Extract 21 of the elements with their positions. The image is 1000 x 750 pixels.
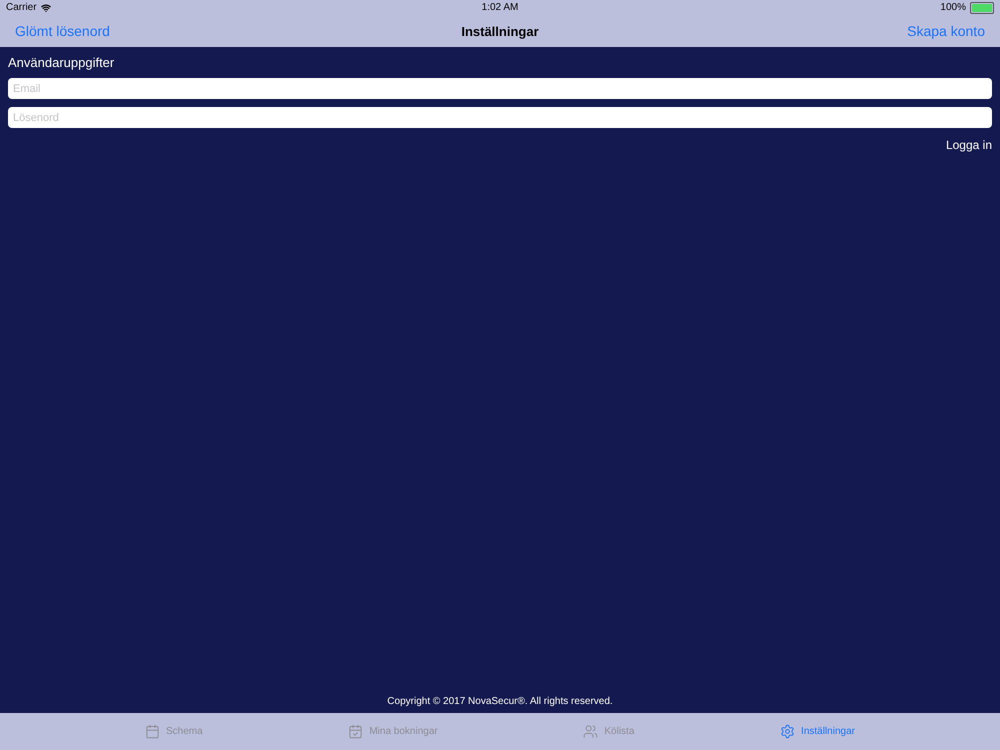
tab[interactable]: Kölista xyxy=(583,724,634,739)
battery-text: 100% xyxy=(940,2,966,13)
calendar-check-icon xyxy=(348,724,364,739)
people-icon xyxy=(583,724,598,739)
tab[interactable]: Inställningar xyxy=(780,724,855,739)
nav-title: Inställningar xyxy=(461,24,539,38)
wifi-icon xyxy=(40,2,51,12)
tab[interactable]: Mina bokningar xyxy=(348,724,438,739)
settings-icon xyxy=(780,724,796,739)
input-field[interactable]: Email xyxy=(8,78,992,99)
time-text: 1:02 AM xyxy=(482,2,518,13)
section-title: Användaruppgifter xyxy=(8,55,116,70)
login-button[interactable]: Logga in xyxy=(946,138,992,152)
calendar-icon xyxy=(145,724,160,739)
copyright-text: Copyright © 2017 NovaSecur®. All rights reserved. xyxy=(387,696,613,707)
create-account-link[interactable]: Skapa konto xyxy=(784,23,985,39)
forgot-password-link[interactable]: Glömt lösenord xyxy=(15,23,215,39)
tab[interactable]: Schema xyxy=(145,724,203,739)
carrier-text: Carrier xyxy=(6,2,37,13)
input-field[interactable]: Lösenord xyxy=(8,107,992,128)
battery-icon xyxy=(970,2,994,14)
